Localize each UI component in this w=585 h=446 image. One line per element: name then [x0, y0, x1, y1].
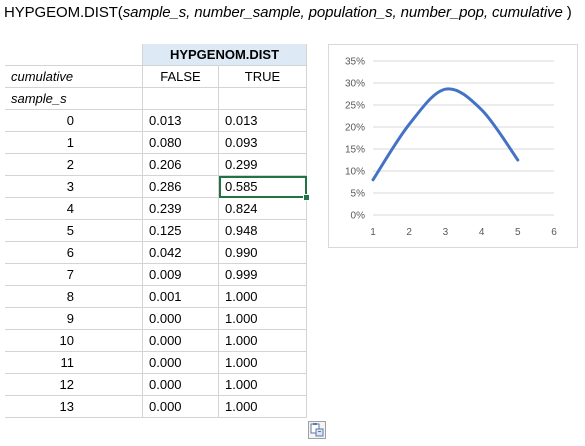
cdf-value-cell[interactable]: 0.013	[219, 110, 307, 132]
sample-value-cell[interactable]: 0	[5, 110, 143, 132]
cdf-value-cell[interactable]: 1.000	[219, 374, 307, 396]
series-line	[371, 87, 520, 182]
sample-value-cell[interactable]: 10	[5, 330, 143, 352]
pmf-value-cell[interactable]: 0.286	[143, 176, 219, 198]
paste-options-glyph	[310, 423, 324, 437]
pmf-value-cell[interactable]: 0.013	[143, 110, 219, 132]
y-tick-label: 10%	[345, 167, 365, 178]
pmf-value-cell[interactable]: 0.000	[143, 396, 219, 418]
line-chart[interactable]: 0% 5% 10% 15% 20% 25% 30% 35% 1 2 3 4 5 6	[328, 44, 578, 248]
pmf-value-cell[interactable]: 0.080	[143, 132, 219, 154]
sample-value-cell[interactable]: 13	[5, 396, 143, 418]
sample-value-cell[interactable]: 1	[5, 132, 143, 154]
cdf-value-cell[interactable]: 0.999	[219, 264, 307, 286]
cdf-value-cell[interactable]: 1.000	[219, 330, 307, 352]
sample-value-cell[interactable]: 6	[5, 242, 143, 264]
y-tick-label: 5%	[351, 189, 366, 200]
sample-value-cell[interactable]: 5	[5, 220, 143, 242]
sample-value-cell[interactable]: 11	[5, 352, 143, 374]
false-label[interactable]: FALSE	[143, 66, 219, 88]
y-tick-label: 35%	[345, 57, 365, 68]
formula-text: HYPGEOM.DIST(sample_s, number_sample, po…	[4, 4, 572, 21]
cdf-value-cell[interactable]: 0.990	[219, 242, 307, 264]
empty-cell[interactable]	[143, 88, 219, 110]
pmf-value-cell[interactable]: 0.000	[143, 330, 219, 352]
paste-options-icon[interactable]	[308, 421, 326, 439]
sample-value-cell[interactable]: 9	[5, 308, 143, 330]
selected-cell[interactable]: 0.585	[219, 176, 307, 198]
pmf-value-cell[interactable]: 0.042	[143, 242, 219, 264]
x-tick-label: 3	[443, 227, 449, 238]
pmf-value-cell[interactable]: 0.000	[143, 374, 219, 396]
pmf-value-cell[interactable]: 0.206	[143, 154, 219, 176]
cumulative-label[interactable]: cumulative	[5, 66, 143, 88]
sample-value-cell[interactable]: 2	[5, 154, 143, 176]
chart-svg: 0% 5% 10% 15% 20% 25% 30% 35% 1 2 3 4 5 6	[345, 57, 557, 239]
cdf-value-cell[interactable]: 1.000	[219, 308, 307, 330]
pmf-value-cell[interactable]: 0.000	[143, 308, 219, 330]
pmf-value-cell[interactable]: 0.009	[143, 264, 219, 286]
cdf-value-cell[interactable]: 0.948	[219, 220, 307, 242]
pmf-value-cell[interactable]: 0.000	[143, 352, 219, 374]
cdf-value-cell[interactable]: 0.824	[219, 198, 307, 220]
cdf-value-cell[interactable]: 0.093	[219, 132, 307, 154]
sample-value-cell[interactable]: 8	[5, 286, 143, 308]
sample-value-cell[interactable]: 12	[5, 374, 143, 396]
pmf-value-cell[interactable]: 0.125	[143, 220, 219, 242]
table-header[interactable]: HYPGENOM.DIST	[143, 44, 307, 66]
x-tick-label: 6	[551, 227, 557, 238]
y-tick-label: 25%	[345, 101, 365, 112]
true-label[interactable]: TRUE	[219, 66, 307, 88]
pmf-value-cell[interactable]: 0.001	[143, 286, 219, 308]
y-tick-label: 20%	[345, 123, 365, 134]
empty-cell[interactable]	[5, 44, 143, 66]
sample-value-cell[interactable]: 4	[5, 198, 143, 220]
pmf-value-cell[interactable]: 0.239	[143, 198, 219, 220]
y-tick-label: 0%	[351, 211, 366, 222]
sample-value-cell[interactable]: 3	[5, 176, 143, 198]
cdf-value-cell[interactable]: 0.299	[219, 154, 307, 176]
sample-value-cell[interactable]: 7	[5, 264, 143, 286]
x-tick-label: 5	[515, 227, 521, 238]
formula-name: HYPGEOM.DIST(	[4, 4, 123, 21]
cdf-value-cell[interactable]: 1.000	[219, 286, 307, 308]
formula-args: sample_s, number_sample, population_s, n…	[122, 4, 563, 21]
y-tick-label: 30%	[345, 79, 365, 90]
cdf-value-cell[interactable]: 1.000	[219, 396, 307, 418]
x-tick-label: 1	[370, 227, 376, 238]
fill-handle[interactable]	[303, 194, 310, 201]
x-tick-label: 4	[479, 227, 485, 238]
sample-label[interactable]: sample_s	[5, 88, 143, 110]
cdf-value-cell[interactable]: 1.000	[219, 352, 307, 374]
y-tick-label: 15%	[345, 145, 365, 156]
empty-cell[interactable]	[219, 88, 307, 110]
x-tick-label: 2	[406, 227, 412, 238]
formula-close: )	[562, 4, 572, 21]
